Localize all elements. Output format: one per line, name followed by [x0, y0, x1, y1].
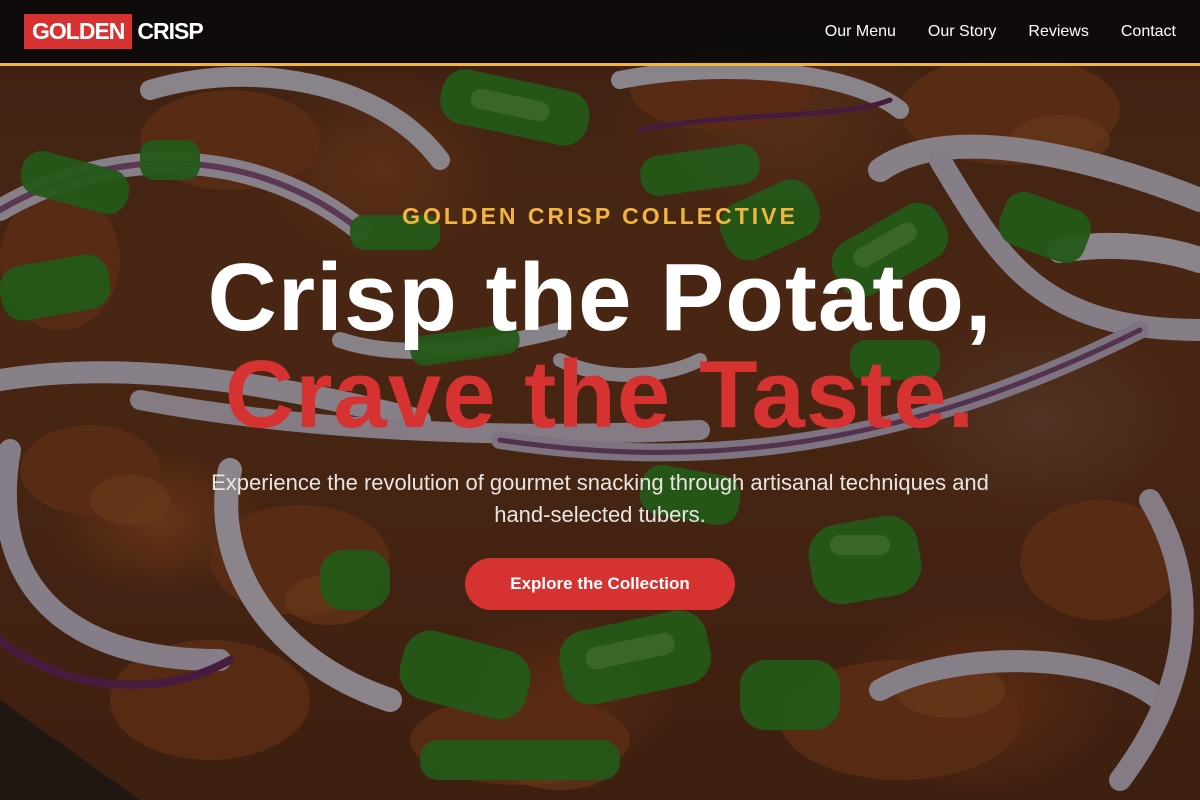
brand-logo[interactable]: GOLDEN CRISP	[24, 14, 204, 49]
main-navigation: Our Menu Our Story Reviews Contact	[793, 23, 1176, 41]
nav-item-reviews[interactable]: Reviews	[1028, 23, 1088, 41]
hero-headline-line-2: Crave the Taste.	[224, 341, 976, 448]
explore-collection-button[interactable]: Explore the Collection	[465, 558, 735, 610]
site-header: GOLDEN CRISP Our Menu Our Story Reviews …	[0, 0, 1200, 66]
hero-subtitle: Experience the revolution of gourmet sna…	[211, 470, 989, 527]
hero-section: GOLDEN CRISP COLLECTIVE Crisp the Potato…	[0, 0, 1200, 800]
nav-item-our-menu[interactable]: Our Menu	[825, 23, 896, 41]
logo-golden-text: GOLDEN	[24, 14, 133, 49]
logo-crisp-text: CRISP	[137, 18, 203, 44]
hero-headline-line-1: Crisp the Potato,	[207, 244, 993, 351]
hero-eyebrow: GOLDEN CRISP COLLECTIVE	[402, 203, 798, 229]
nav-item-contact[interactable]: Contact	[1121, 23, 1176, 41]
nav-item-our-story[interactable]: Our Story	[928, 23, 996, 41]
